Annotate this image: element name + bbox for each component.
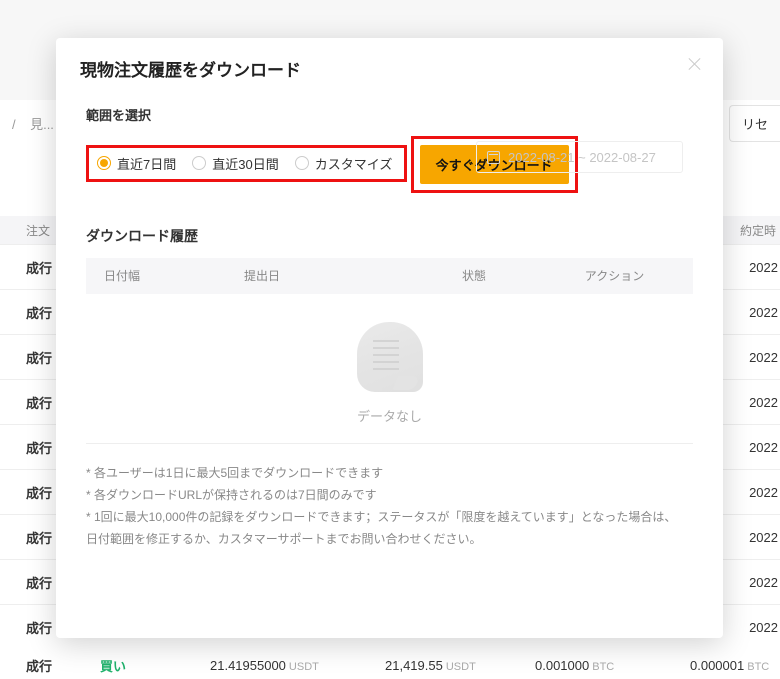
modal-title: 現物注文履歴をダウンロード	[80, 56, 699, 81]
notes-section: * 各ユーザーは1日に最大5回までダウンロードできます * 各ダウンロードURL…	[86, 462, 693, 550]
radio-custom[interactable]: カスタマイズ	[295, 154, 393, 173]
range-radio-group: 直近7日間 直近30日間 カスタマイズ	[97, 154, 396, 173]
note-line: * 各ユーザーは1日に最大5回までダウンロードできます	[86, 462, 693, 484]
download-modal: 現物注文履歴をダウンロード 範囲を選択 直近7日間 直近30日間	[56, 38, 723, 638]
modal-body: 範囲を選択 直近7日間 直近30日間 カスタマイズ	[56, 105, 723, 550]
col-submitted: 提出日	[244, 267, 394, 284]
date-range-field[interactable]: 2022-08-21 ~ 2022-08-27	[476, 141, 683, 173]
history-table-header: 日付幅 提出日 状態 アクション	[86, 258, 693, 294]
col-status: 状態	[394, 267, 554, 284]
range-label: 範囲を選択	[86, 105, 693, 124]
radio-icon	[97, 156, 111, 170]
radio-icon	[295, 156, 309, 170]
download-history-label: ダウンロード履歴	[86, 226, 693, 246]
empty-state: データなし	[86, 294, 693, 444]
note-line: * 1回に最大10,000件の記録をダウンロードできます；ステータスが「限度を越…	[86, 506, 693, 528]
radio-icon	[192, 156, 206, 170]
modal-overlay: 現物注文履歴をダウンロード 範囲を選択 直近7日間 直近30日間	[0, 0, 780, 679]
empty-document-icon	[357, 322, 423, 392]
highlighted-radio-group: 直近7日間 直近30日間 カスタマイズ	[86, 145, 407, 182]
note-line: * 各ダウンロードURLが保持されるのは7日間のみです	[86, 484, 693, 506]
date-range-text: 2022-08-21 ~ 2022-08-27	[508, 150, 656, 165]
col-date-range: 日付幅	[104, 267, 244, 284]
col-action: アクション	[554, 267, 675, 284]
close-icon[interactable]	[687, 56, 703, 72]
modal-header: 現物注文履歴をダウンロード	[56, 38, 723, 95]
radio-7-days[interactable]: 直近7日間	[97, 154, 176, 173]
calendar-icon	[487, 151, 500, 164]
radio-30-days[interactable]: 直近30日間	[192, 154, 278, 173]
empty-text: データなし	[86, 406, 693, 425]
note-line: 日付範囲を修正するか、カスタマーサポートまでお問い合わせください。	[86, 528, 693, 550]
